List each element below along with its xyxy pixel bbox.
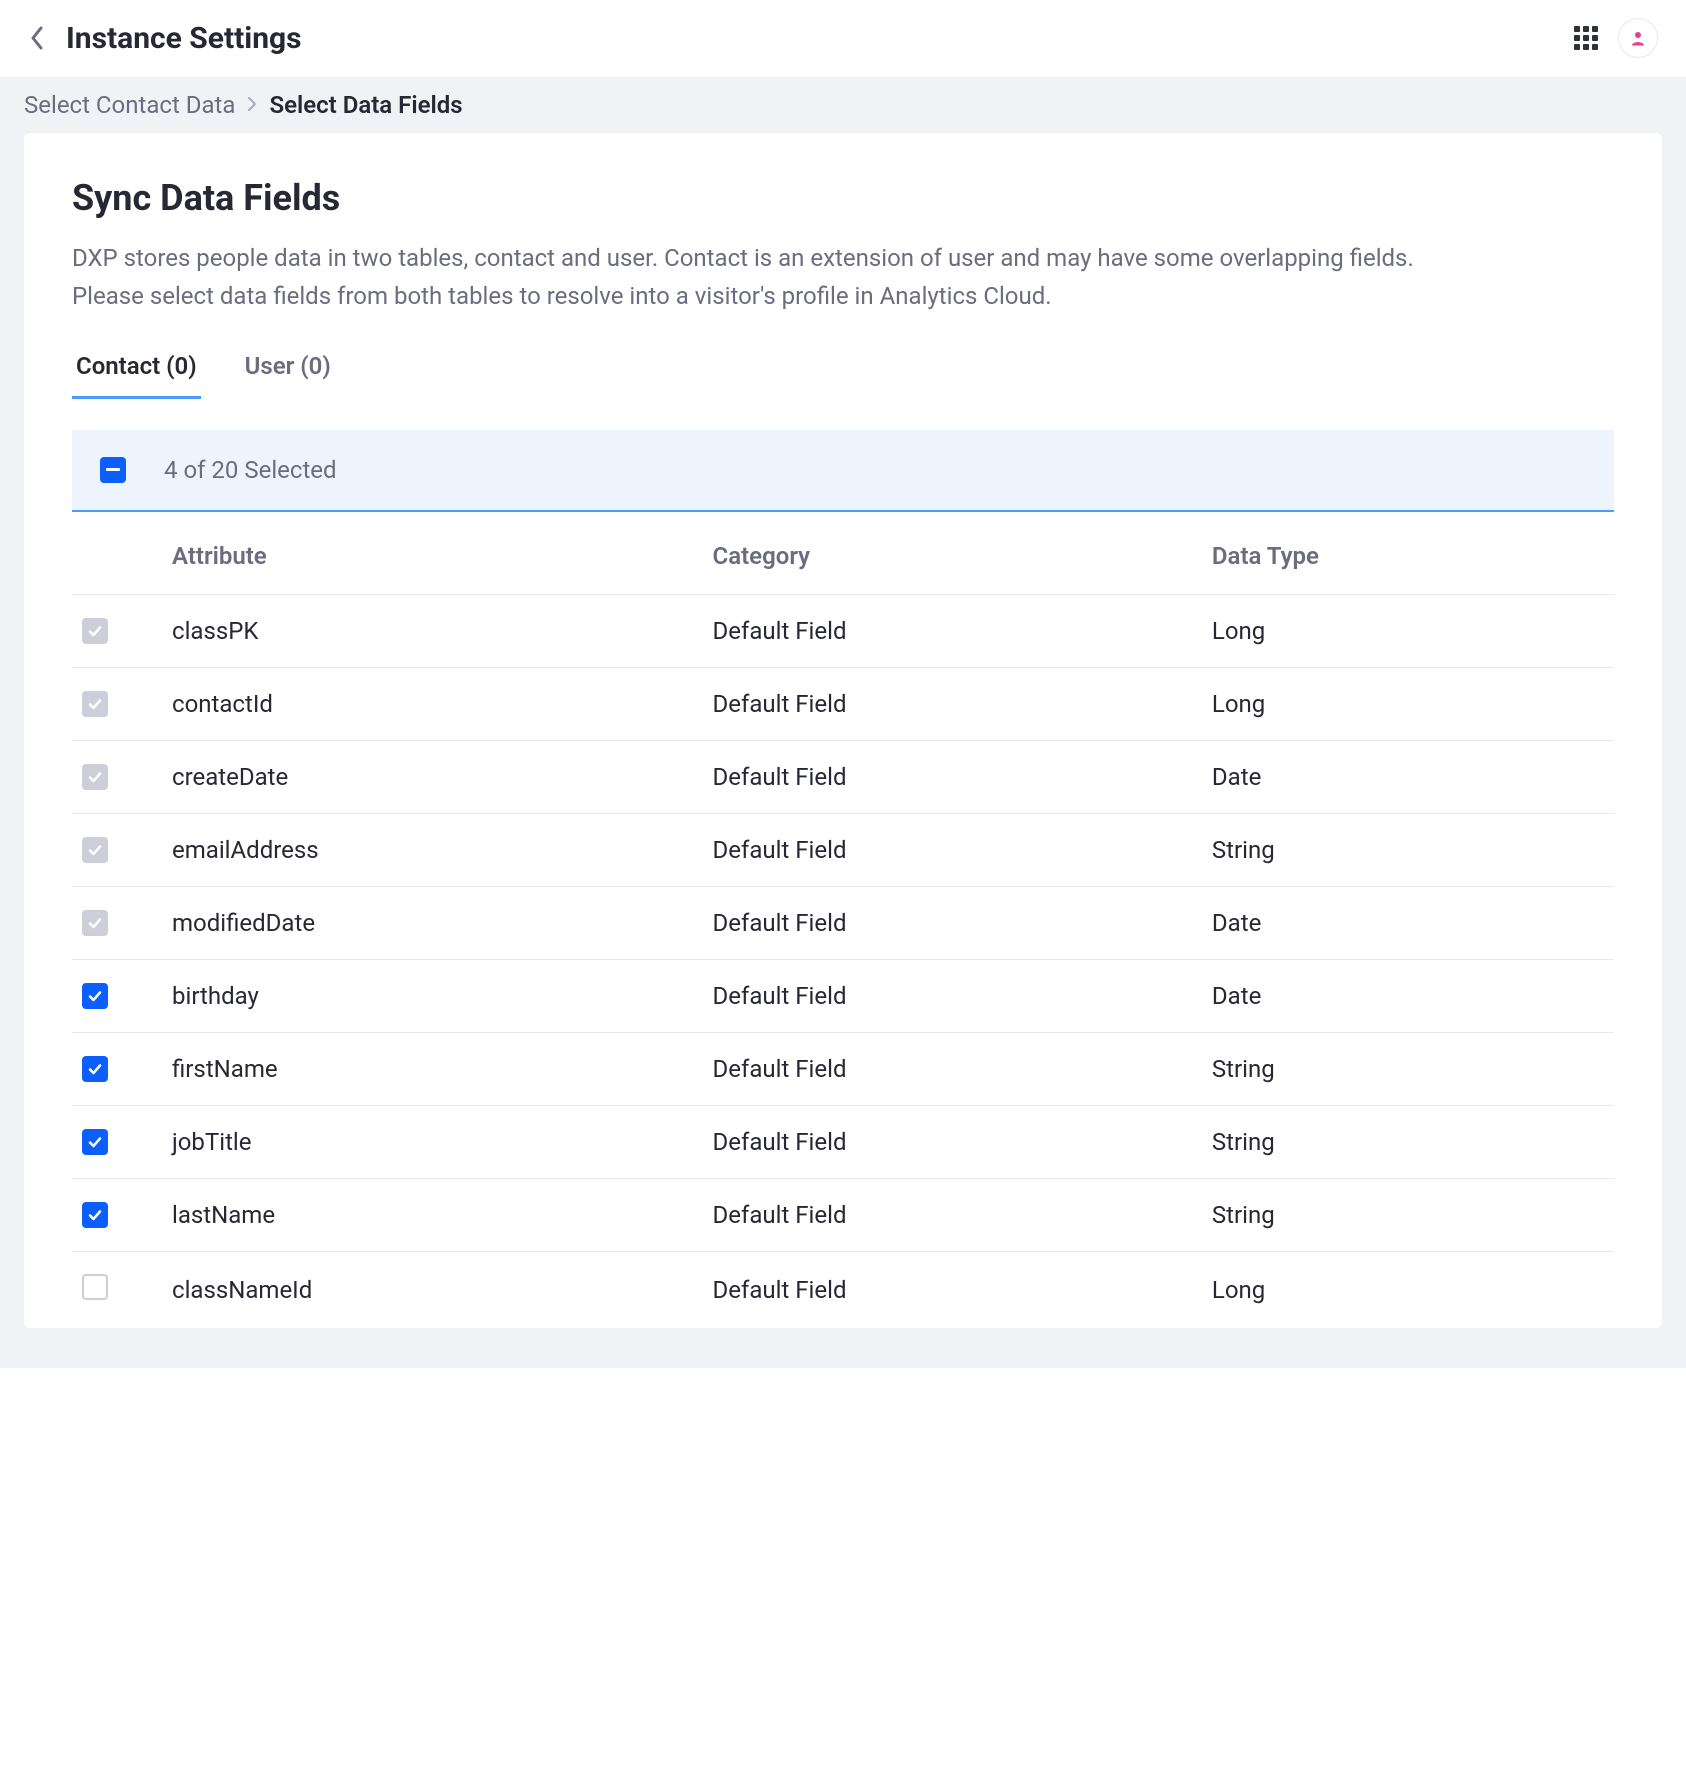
select-all-indeterminate-checkbox[interactable] bbox=[100, 457, 126, 483]
cell-attribute: firstName bbox=[162, 1032, 703, 1105]
cell-datatype: Long bbox=[1202, 1251, 1614, 1328]
row-checkbox[interactable] bbox=[82, 1129, 108, 1155]
table-row: classNameIdDefault FieldLong bbox=[72, 1251, 1614, 1328]
cell-attribute: classPK bbox=[162, 594, 703, 667]
col-attribute: Attribute bbox=[162, 512, 703, 595]
avatar[interactable] bbox=[1618, 18, 1658, 58]
cell-category: Default Field bbox=[703, 886, 1202, 959]
cell-category: Default Field bbox=[703, 1178, 1202, 1251]
topbar: Instance Settings bbox=[0, 0, 1686, 77]
table-row: createDateDefault FieldDate bbox=[72, 740, 1614, 813]
cell-datatype: Date bbox=[1202, 740, 1614, 813]
cell-category: Default Field bbox=[703, 959, 1202, 1032]
cell-category: Default Field bbox=[703, 740, 1202, 813]
col-checkbox bbox=[72, 512, 162, 595]
breadcrumb: Select Contact Data Select Data Fields bbox=[0, 77, 1686, 133]
fields-table: Attribute Category Data Type classPKDefa… bbox=[72, 512, 1614, 1328]
cell-datatype: Long bbox=[1202, 594, 1614, 667]
apps-grid-icon[interactable] bbox=[1574, 26, 1598, 50]
tab-0[interactable]: Contact (0) bbox=[72, 352, 201, 399]
row-checkbox bbox=[82, 764, 108, 790]
cell-attribute: birthday bbox=[162, 959, 703, 1032]
chevron-right-icon bbox=[247, 93, 257, 117]
row-checkbox[interactable] bbox=[82, 1274, 108, 1300]
cell-attribute: modifiedDate bbox=[162, 886, 703, 959]
breadcrumb-parent[interactable]: Select Contact Data bbox=[24, 91, 235, 119]
row-checkbox[interactable] bbox=[82, 1056, 108, 1082]
cell-category: Default Field bbox=[703, 1032, 1202, 1105]
cell-datatype: Date bbox=[1202, 959, 1614, 1032]
cell-datatype: String bbox=[1202, 813, 1614, 886]
table-row: birthdayDefault FieldDate bbox=[72, 959, 1614, 1032]
cell-category: Default Field bbox=[703, 1105, 1202, 1178]
row-checkbox bbox=[82, 691, 108, 717]
page-title: Instance Settings bbox=[66, 21, 302, 56]
table-row: jobTitleDefault FieldString bbox=[72, 1105, 1614, 1178]
cell-attribute: createDate bbox=[162, 740, 703, 813]
row-checkbox bbox=[82, 837, 108, 863]
card: Sync Data Fields DXP stores people data … bbox=[24, 133, 1662, 1328]
cell-category: Default Field bbox=[703, 1251, 1202, 1328]
row-checkbox[interactable] bbox=[82, 1202, 108, 1228]
col-datatype: Data Type bbox=[1202, 512, 1614, 595]
cell-attribute: emailAddress bbox=[162, 813, 703, 886]
row-checkbox bbox=[82, 618, 108, 644]
table-row: emailAddressDefault FieldString bbox=[72, 813, 1614, 886]
cell-category: Default Field bbox=[703, 594, 1202, 667]
cell-category: Default Field bbox=[703, 667, 1202, 740]
back-icon[interactable] bbox=[28, 29, 46, 47]
tab-1[interactable]: User (0) bbox=[241, 352, 335, 399]
card-heading: Sync Data Fields bbox=[72, 177, 1614, 219]
cell-datatype: Date bbox=[1202, 886, 1614, 959]
card-description: DXP stores people data in two tables, co… bbox=[72, 239, 1472, 316]
cell-category: Default Field bbox=[703, 813, 1202, 886]
page-body: Sync Data Fields DXP stores people data … bbox=[0, 133, 1686, 1368]
cell-datatype: String bbox=[1202, 1105, 1614, 1178]
cell-attribute: contactId bbox=[162, 667, 703, 740]
tabs: Contact (0) User (0) bbox=[72, 352, 1614, 400]
cell-datatype: String bbox=[1202, 1178, 1614, 1251]
table-row: lastNameDefault FieldString bbox=[72, 1178, 1614, 1251]
cell-attribute: lastName bbox=[162, 1178, 703, 1251]
breadcrumb-current: Select Data Fields bbox=[269, 91, 462, 119]
topbar-left: Instance Settings bbox=[28, 21, 302, 56]
selection-bar: 4 of 20 Selected bbox=[72, 430, 1614, 512]
row-checkbox bbox=[82, 910, 108, 936]
topbar-right bbox=[1574, 18, 1658, 58]
table-row: firstNameDefault FieldString bbox=[72, 1032, 1614, 1105]
cell-datatype: Long bbox=[1202, 667, 1614, 740]
col-category: Category bbox=[703, 512, 1202, 595]
table-row: contactIdDefault FieldLong bbox=[72, 667, 1614, 740]
row-checkbox[interactable] bbox=[82, 983, 108, 1009]
table-row: modifiedDateDefault FieldDate bbox=[72, 886, 1614, 959]
selection-count: 4 of 20 Selected bbox=[164, 456, 337, 484]
table-row: classPKDefault FieldLong bbox=[72, 594, 1614, 667]
cell-datatype: String bbox=[1202, 1032, 1614, 1105]
cell-attribute: classNameId bbox=[162, 1251, 703, 1328]
cell-attribute: jobTitle bbox=[162, 1105, 703, 1178]
